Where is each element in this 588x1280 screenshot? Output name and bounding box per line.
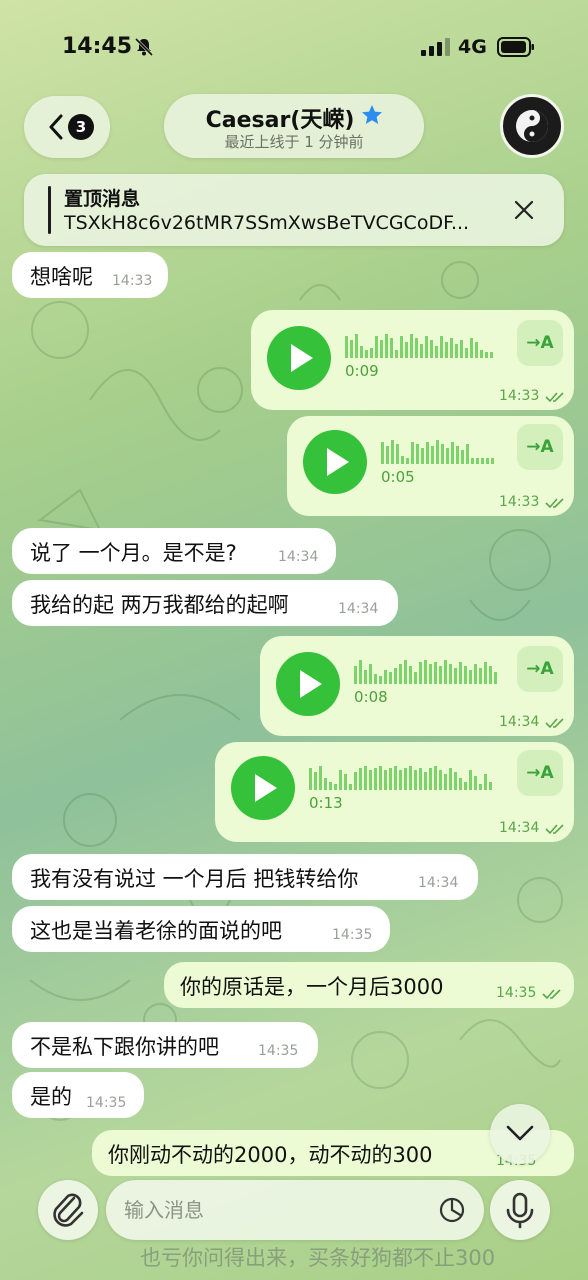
message-time: 14:34: [418, 875, 459, 891]
double-check-icon: [545, 718, 564, 729]
contact-avatar[interactable]: [500, 94, 564, 158]
transcribe-button[interactable]: →A: [517, 750, 563, 796]
incoming-message[interactable]: 我有没有说过 一个月后 把钱转给你 14:34: [12, 854, 478, 900]
pinned-title: 置顶消息: [64, 188, 141, 210]
back-button[interactable]: 3: [24, 96, 110, 158]
sticker-icon[interactable]: [438, 1196, 466, 1224]
message-time: 14:34: [499, 714, 540, 730]
message-text: 你刚动不动的2000，动不动的300: [108, 1143, 433, 1167]
message-text: 我有没有说过 一个月后 把钱转给你: [30, 867, 359, 891]
transcribe-button[interactable]: →A: [517, 424, 563, 470]
voice-duration: 0:09: [345, 362, 379, 380]
battery-icon: [497, 37, 534, 57]
play-button[interactable]: [231, 756, 295, 820]
play-button[interactable]: [267, 326, 331, 390]
message-composer[interactable]: [106, 1180, 484, 1240]
message-time: 14:34: [338, 601, 379, 617]
message-time: 14:35: [86, 1095, 127, 1111]
unread-count-badge: 3: [68, 114, 94, 140]
yin-yang-avatar-image: [516, 110, 548, 142]
transcribe-button[interactable]: →A: [517, 646, 563, 692]
incoming-message[interactable]: 想啥呢 14:33: [12, 252, 168, 298]
paperclip-icon: [53, 1193, 84, 1227]
close-icon[interactable]: [512, 198, 536, 222]
voice-message[interactable]: 0:08 →A 14:34: [260, 636, 574, 736]
pinned-accent-line: [48, 186, 51, 234]
play-icon: [300, 670, 322, 698]
message-time: 14:34: [499, 820, 540, 836]
double-check-icon: [545, 824, 564, 835]
transcribe-button[interactable]: →A: [517, 320, 563, 366]
message-time: 14:35: [258, 1043, 299, 1059]
message-time: 14:33: [499, 494, 540, 510]
voice-message[interactable]: 0:13 →A 14:34: [215, 742, 574, 842]
voice-duration: 0:08: [354, 688, 388, 706]
network-label: 4G: [458, 36, 487, 58]
play-icon: [255, 774, 277, 802]
bell-muted-icon: [134, 37, 154, 57]
incoming-message[interactable]: 不是私下跟你讲的吧 14:35: [12, 1022, 318, 1068]
double-check-icon: [542, 989, 561, 1000]
play-button[interactable]: [303, 430, 367, 494]
play-icon: [291, 344, 313, 372]
scroll-to-bottom-button[interactable]: [490, 1104, 550, 1164]
chat-title[interactable]: Caesar(天嵘) 最近上线于 1 分钟前: [164, 94, 424, 158]
play-icon: [327, 448, 349, 476]
message-text: 说了 一个月。是不是?: [30, 541, 237, 565]
voice-waveform: [354, 660, 497, 684]
message-time: 14:35: [332, 927, 373, 943]
status-time: 14:45: [62, 34, 133, 59]
message-text: 你的原话是，一个月后3000: [180, 975, 444, 999]
voice-message[interactable]: 0:05 →A 14:33: [287, 416, 574, 516]
double-check-icon: [545, 392, 564, 403]
partially-visible-message: 也亏你问得出来，买条好狗都不止300: [140, 1246, 496, 1270]
incoming-message[interactable]: 我给的起 两万我都给的起啊 14:34: [12, 580, 398, 626]
pinned-text: TSXkH8c6v26tMR7SSmXwsBeTVCGCoDF...: [64, 212, 470, 234]
double-check-icon: [545, 498, 564, 509]
incoming-message[interactable]: 说了 一个月。是不是? 14:34: [12, 528, 336, 574]
message-time: 14:33: [499, 388, 540, 404]
message-text: 这也是当着老徐的面说的吧: [30, 919, 282, 943]
status-bar: 14:45 4G: [0, 0, 588, 90]
back-chevron-icon: [49, 114, 63, 140]
incoming-message[interactable]: 这也是当着老徐的面说的吧 14:35: [12, 906, 390, 952]
message-text: 是的: [30, 1085, 72, 1109]
voice-duration: 0:13: [309, 794, 343, 812]
microphone-icon: [506, 1192, 534, 1229]
message-text: 我给的起 两万我都给的起啊: [30, 593, 289, 617]
microphone-button[interactable]: [490, 1180, 550, 1240]
incoming-message[interactable]: 是的 14:35: [12, 1072, 144, 1118]
play-button[interactable]: [276, 652, 340, 716]
chevron-down-icon: [506, 1125, 534, 1141]
message-input[interactable]: [124, 1194, 424, 1226]
message-text: 想啥呢: [30, 265, 93, 289]
message-time: 14:33: [112, 273, 153, 289]
signal-icon: [421, 38, 450, 56]
last-seen-status: 最近上线于 1 分钟前: [224, 133, 364, 151]
voice-waveform: [345, 334, 493, 358]
attach-button[interactable]: [38, 1180, 98, 1240]
voice-duration: 0:05: [381, 468, 415, 486]
message-time: 14:34: [278, 549, 319, 565]
outgoing-message[interactable]: 你的原话是，一个月后3000 14:35: [164, 962, 574, 1008]
pinned-message-bar[interactable]: 置顶消息 TSXkH8c6v26tMR7SSmXwsBeTVCGCoDF...: [24, 174, 564, 246]
message-text: 不是私下跟你讲的吧: [30, 1035, 219, 1059]
message-time: 14:35: [496, 985, 537, 1001]
voice-waveform: [309, 766, 492, 790]
star-icon: [362, 105, 382, 124]
voice-message[interactable]: 0:09 →A 14:33: [251, 310, 574, 410]
voice-waveform: [381, 440, 494, 464]
